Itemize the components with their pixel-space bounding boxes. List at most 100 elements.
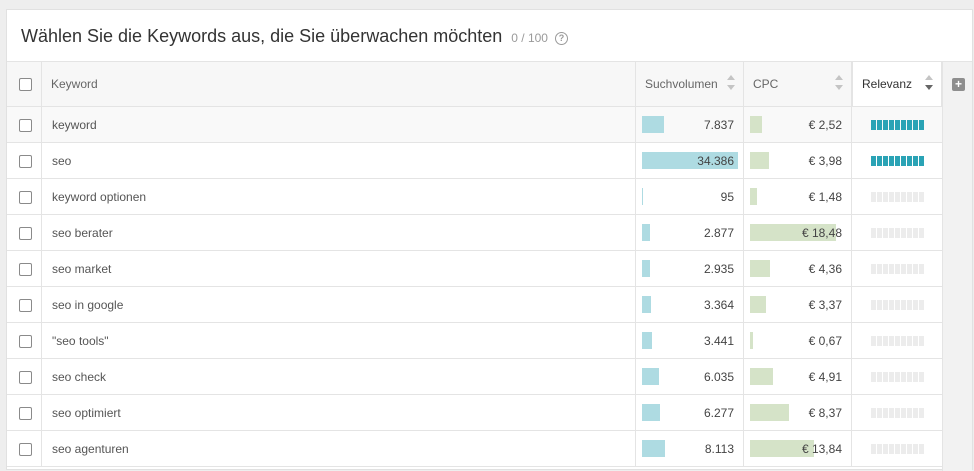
relevance-column-header[interactable]: Relevanz — [852, 62, 942, 106]
volume-cell: 7.837 — [636, 107, 744, 142]
keyword-text: seo berater — [52, 226, 113, 240]
volume-value: 3.441 — [703, 334, 734, 348]
table-row[interactable]: seo agenturen 8.113 € 13,84 — [7, 431, 942, 467]
row-checkbox[interactable] — [19, 262, 32, 276]
keyword-text: seo market — [52, 262, 112, 276]
cpc-value: € 3,37 — [808, 298, 842, 312]
volume-value: 8.113 — [704, 442, 734, 456]
relevance-cell — [852, 179, 942, 214]
table-row[interactable]: seo market 2.935 € 4,36 — [7, 251, 942, 287]
table-row[interactable]: "seo tools" 3.441 € 0,67 — [7, 323, 942, 359]
keyword-cell: keyword — [42, 107, 636, 142]
relevance-meter — [871, 228, 924, 238]
keyword-cell: seo check — [42, 359, 636, 394]
table-row[interactable]: seo in google 3.364 € 3,37 — [7, 287, 942, 323]
volume-bar — [642, 368, 659, 385]
cpc-cell: € 3,37 — [744, 287, 852, 322]
keyword-cell: seo — [42, 143, 636, 178]
add-column-icon[interactable]: + — [952, 78, 965, 91]
keyword-cell: seo in google — [42, 287, 636, 322]
row-checkbox-cell — [7, 143, 42, 178]
volume-cell: 2.935 — [636, 251, 744, 286]
row-checkbox[interactable] — [19, 370, 32, 384]
cpc-bar — [750, 116, 762, 133]
cpc-bar — [750, 368, 773, 385]
volume-value: 34.386 — [697, 154, 734, 168]
cpc-sort-icon[interactable] — [835, 75, 843, 93]
keyword-header-label: Keyword — [51, 77, 98, 91]
row-checkbox[interactable] — [19, 406, 32, 420]
volume-header-label: Suchvolumen — [645, 77, 718, 91]
relevance-meter — [871, 372, 924, 382]
row-checkbox[interactable] — [19, 154, 32, 168]
relevance-cell — [852, 431, 942, 466]
keyword-text: "seo tools" — [52, 334, 109, 348]
keyword-cell: seo berater — [42, 215, 636, 250]
relevance-meter — [871, 156, 924, 166]
table-row[interactable]: keyword optionen 95 € 1,48 — [7, 179, 942, 215]
cpc-value: € 18,48 — [801, 226, 842, 240]
cpc-cell: € 4,36 — [744, 251, 852, 286]
cpc-value: € 1,48 — [808, 190, 842, 204]
relevance-header-label: Relevanz — [862, 77, 913, 91]
volume-sort-icon[interactable] — [727, 75, 735, 93]
relevance-meter — [871, 264, 924, 274]
relevance-cell — [852, 143, 942, 178]
relevance-sort-icon[interactable] — [925, 75, 933, 93]
help-icon[interactable]: ? — [554, 32, 568, 45]
row-checkbox-cell — [7, 107, 42, 142]
select-all-checkbox[interactable] — [19, 78, 32, 91]
volume-cell: 6.277 — [636, 395, 744, 430]
volume-column-header[interactable]: Suchvolumen — [636, 62, 744, 106]
cpc-bar — [750, 260, 770, 277]
keyword-cell: seo optimiert — [42, 395, 636, 430]
cpc-cell: € 4,91 — [744, 359, 852, 394]
cpc-cell: € 8,37 — [744, 395, 852, 430]
select-all-cell — [7, 62, 42, 106]
row-checkbox-cell — [7, 251, 42, 286]
table-row[interactable]: seo berater 2.877 € 18,48 — [7, 215, 942, 251]
cpc-value: € 2,52 — [808, 118, 842, 132]
volume-cell: 3.364 — [636, 287, 744, 322]
column-options-strip: + — [942, 61, 972, 471]
keyword-cell: keyword optionen — [42, 179, 636, 214]
keyword-text: seo — [52, 154, 72, 168]
cpc-value: € 0,67 — [808, 334, 842, 348]
cpc-cell: € 13,84 — [744, 431, 852, 466]
row-checkbox-cell — [7, 287, 42, 322]
volume-value: 2.935 — [703, 262, 734, 276]
panel-header: Wählen Sie die Keywords aus, die Sie übe… — [21, 26, 568, 52]
relevance-cell — [852, 107, 942, 142]
table-row[interactable]: keyword 7.837 € 2,52 — [7, 107, 942, 143]
volume-value: 6.035 — [703, 370, 734, 384]
row-checkbox[interactable] — [19, 334, 32, 348]
row-checkbox-cell — [7, 431, 42, 466]
table-row[interactable]: seo optimiert 6.277 € 8,37 — [7, 395, 942, 431]
volume-bar — [642, 404, 660, 421]
cpc-bar — [750, 332, 753, 349]
relevance-cell — [852, 323, 942, 358]
keyword-text: keyword optionen — [52, 190, 147, 204]
volume-cell: 34.386 — [636, 143, 744, 178]
row-checkbox[interactable] — [19, 226, 32, 240]
row-checkbox[interactable] — [19, 118, 32, 132]
keyword-column-header[interactable]: Keyword — [42, 62, 636, 106]
table-row[interactable]: seo 34.386 € 3,98 — [7, 143, 942, 179]
relevance-cell — [852, 359, 942, 394]
volume-cell: 2.877 — [636, 215, 744, 250]
relevance-cell — [852, 287, 942, 322]
table-row[interactable]: seo check 6.035 € 4,91 — [7, 359, 942, 395]
keyword-cell: seo market — [42, 251, 636, 286]
cpc-value: € 4,36 — [808, 262, 842, 276]
cpc-cell: € 2,52 — [744, 107, 852, 142]
cpc-cell: € 3,98 — [744, 143, 852, 178]
cpc-header-label: CPC — [753, 77, 779, 91]
row-checkbox-cell — [7, 179, 42, 214]
page-title: Wählen Sie die Keywords aus, die Sie übe… — [21, 26, 503, 46]
cpc-bar — [750, 188, 757, 205]
row-checkbox[interactable] — [19, 442, 32, 456]
cpc-column-header[interactable]: CPC — [744, 62, 852, 106]
row-checkbox[interactable] — [19, 298, 32, 312]
volume-bar — [642, 116, 664, 133]
row-checkbox[interactable] — [19, 190, 32, 204]
